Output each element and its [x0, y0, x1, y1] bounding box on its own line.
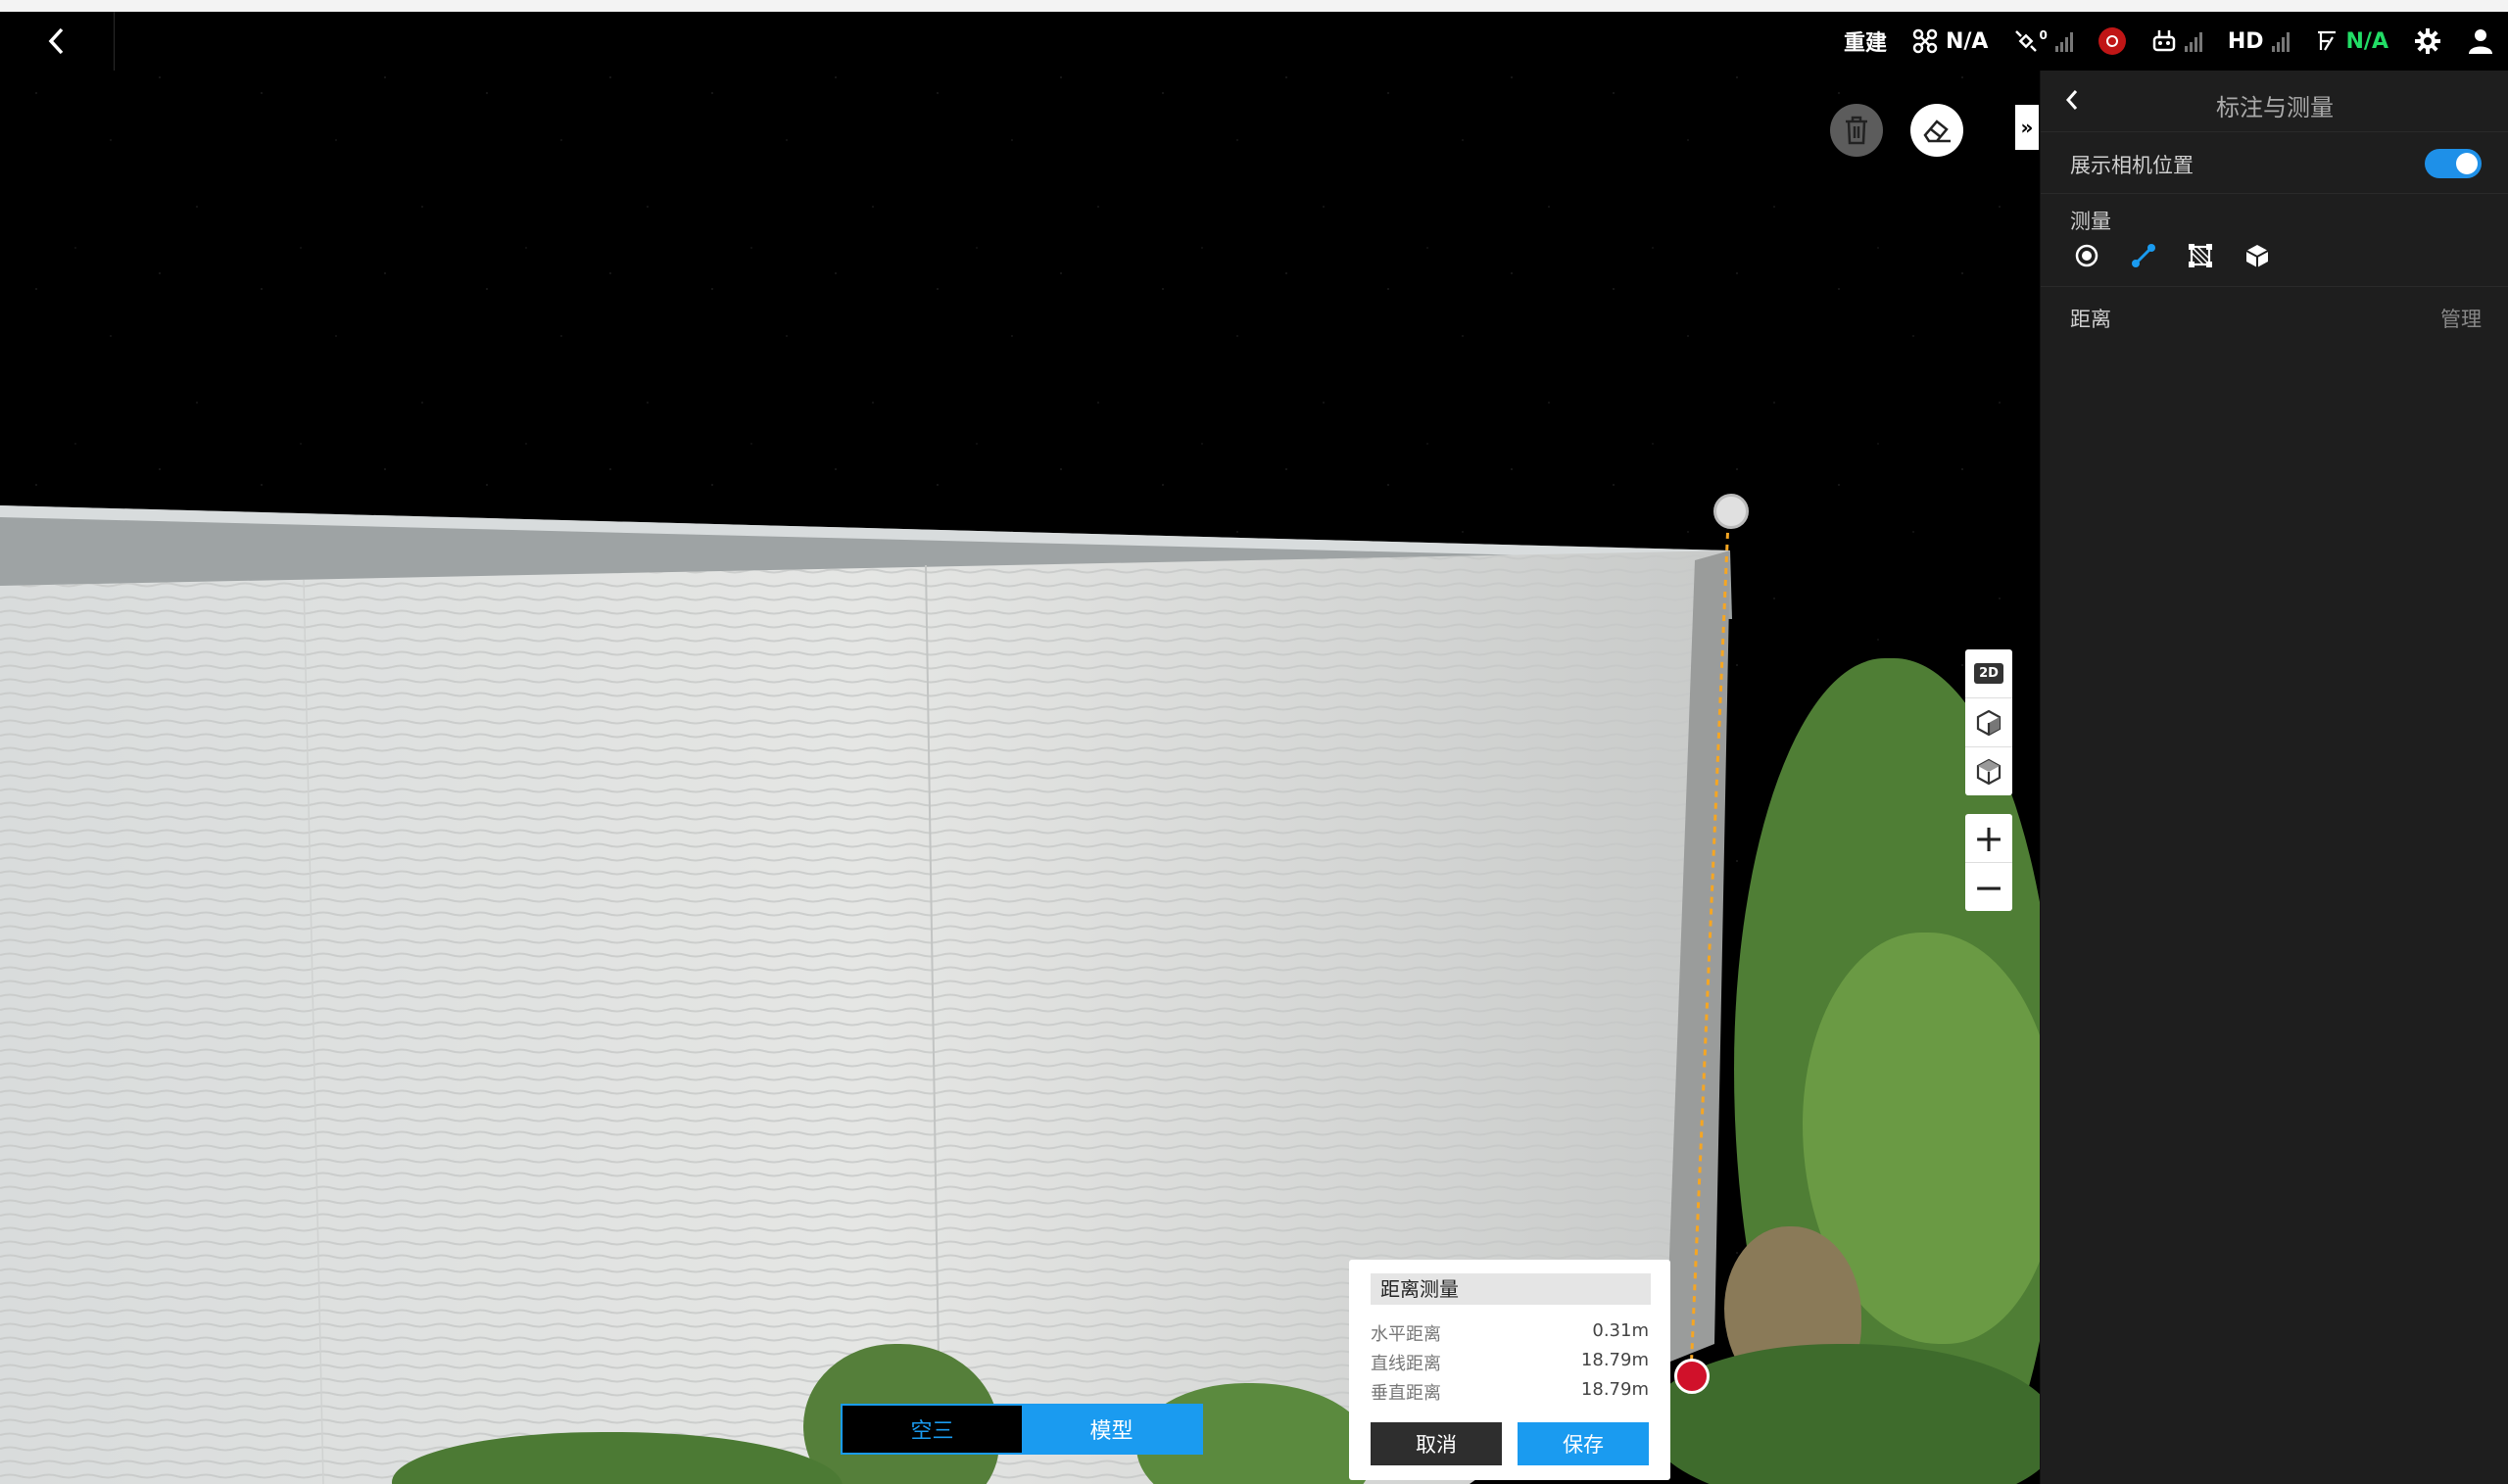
video-status: HD: [2228, 29, 2290, 54]
measure-tools: [2070, 239, 2274, 272]
remote-controller-status: [2151, 28, 2202, 54]
view-tools: 2D: [1965, 649, 2012, 795]
mode-switch: 空三 模型: [841, 1404, 1203, 1455]
measure-section: 测量: [2041, 194, 2508, 287]
user-button[interactable]: [2467, 27, 2494, 55]
show-camera-label: 展示相机位置: [2070, 154, 2194, 177]
trash-icon: [1846, 116, 1867, 145]
measure-point-top[interactable]: [1713, 494, 1749, 529]
rtk-icon: [2317, 30, 2336, 51]
view-2d-button[interactable]: 2D: [1965, 649, 2012, 698]
user-icon: [2469, 29, 2492, 54]
row-value: 0.31m: [1592, 1320, 1649, 1341]
measurement-popup: 距离测量 水平距离 0.31m 直线距离 18.79m 垂直距离 18.79m …: [1349, 1260, 1670, 1480]
save-button[interactable]: 保存: [1518, 1422, 1649, 1465]
volume-measure-button[interactable]: [2241, 239, 2274, 272]
alert-icon[interactable]: [2098, 27, 2126, 55]
annotation-panel: 标注与测量 展示相机位置 测量 距离 管理: [2040, 71, 2508, 1484]
drone-status: N/A: [1912, 28, 1988, 54]
zoom-out-button[interactable]: −: [1965, 863, 2012, 911]
eraser-button[interactable]: [1910, 104, 1963, 157]
signal-bars-icon: [2271, 32, 2290, 52]
show-camera-row: 展示相机位置: [2041, 132, 2508, 194]
minus-icon: −: [1973, 865, 2004, 909]
rtk-status-value: N/A: [2345, 28, 2388, 54]
cube-icon: [1976, 709, 2002, 736]
window-titlebar: [0, 0, 2508, 12]
top-bar: 重建 N/A 0 HD N/A: [0, 12, 2508, 71]
line-measure-icon: [2132, 244, 2155, 267]
popup-title: 距离测量: [1371, 1273, 1651, 1305]
row-label: 直线距离: [1371, 1354, 1441, 1374]
panel-header: 标注与测量: [2041, 71, 2508, 132]
measure-point-bottom[interactable]: [1674, 1359, 1710, 1394]
straight-distance-row: 直线距离 18.79m: [1371, 1350, 1649, 1375]
area-measure-button[interactable]: [2184, 239, 2217, 272]
gear-icon: [2415, 28, 2440, 54]
tab-model[interactable]: 模型: [1022, 1406, 1201, 1453]
view-cloud-button[interactable]: [1965, 747, 2012, 795]
panel-title: 标注与测量: [2216, 94, 2334, 121]
cube-points-icon: [1976, 758, 2002, 785]
measure-label: 测量: [2070, 210, 2111, 233]
delete-button[interactable]: [1830, 104, 1883, 157]
zoom-tools: + −: [1965, 814, 2012, 911]
distance-label: 距离: [2070, 308, 2111, 331]
distance-measure-button[interactable]: [2127, 239, 2160, 272]
row-label: 垂直距离: [1371, 1383, 1441, 1404]
tab-aerial-triangulation[interactable]: 空三: [843, 1406, 1022, 1453]
volume-icon: [2245, 245, 2269, 267]
view-2d-label: 2D: [1974, 663, 2003, 684]
collapse-panel-button[interactable]: »: [2015, 105, 2039, 150]
rebuild-button[interactable]: 重建: [1844, 25, 1887, 57]
eraser-icon: [1923, 120, 1951, 143]
drone-icon: [1912, 28, 1938, 54]
toggle-knob: [2456, 153, 2478, 174]
row-label: 水平距离: [1371, 1324, 1441, 1345]
chevron-left-icon: [48, 27, 64, 55]
signal-bars-icon: [2184, 32, 2202, 52]
vertical-distance-row: 垂直距离 18.79m: [1371, 1379, 1649, 1405]
point-measure-button[interactable]: [2070, 239, 2103, 272]
gps-count: 0: [2039, 28, 2048, 42]
distance-list-header: 距离 管理: [2070, 304, 2482, 335]
gps-status: 0: [2013, 28, 2073, 54]
manage-button[interactable]: 管理: [2440, 304, 2482, 333]
area-icon: [2189, 244, 2212, 267]
settings-button[interactable]: [2414, 27, 2441, 55]
status-bar: 重建 N/A 0 HD N/A: [1844, 12, 2494, 71]
signal-bars-icon: [2054, 32, 2073, 52]
drone-status-value: N/A: [1945, 28, 1989, 54]
model-viewport[interactable]: [0, 71, 2040, 1484]
rtk-status: N/A: [2315, 29, 2388, 54]
zoom-in-button[interactable]: +: [1965, 814, 2012, 863]
cancel-button[interactable]: 取消: [1371, 1422, 1502, 1465]
satellite-icon: [2015, 30, 2038, 52]
view-3d-button[interactable]: [1965, 698, 2012, 747]
horizontal-distance-row: 水平距离 0.31m: [1371, 1320, 1649, 1346]
point-icon: [2075, 244, 2098, 267]
plus-icon: +: [1973, 816, 2004, 860]
video-quality: HD: [2227, 28, 2264, 54]
row-value: 18.79m: [1580, 1379, 1649, 1400]
show-camera-toggle[interactable]: [2425, 149, 2482, 178]
remote-controller-icon: [2152, 30, 2176, 52]
back-button[interactable]: [0, 12, 115, 71]
row-value: 18.79m: [1580, 1350, 1649, 1370]
